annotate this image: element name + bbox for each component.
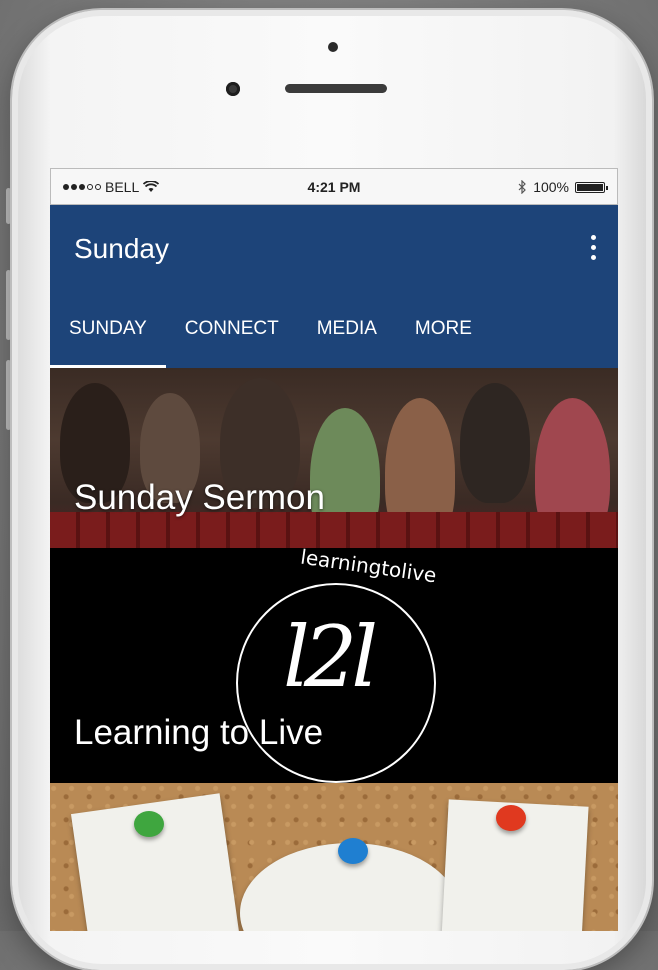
learning-to-live-card[interactable]: learningtolive l2l Learning to Live bbox=[50, 548, 618, 783]
status-bar: BELL 4:21 PM 100% bbox=[50, 168, 618, 205]
logo-arc-text: learningtolive bbox=[298, 548, 438, 588]
bluetooth-icon bbox=[518, 180, 527, 194]
battery-icon bbox=[575, 181, 608, 193]
tab-connect[interactable]: CONNECT bbox=[166, 315, 298, 368]
battery-percent: 100% bbox=[533, 179, 569, 195]
mute-switch bbox=[6, 188, 11, 224]
earpiece-speaker bbox=[285, 84, 387, 93]
app-bar: Sunday SUNDAY CONNECT MEDIA MORE bbox=[50, 205, 618, 368]
card-label: Sunday Sermon bbox=[74, 478, 325, 517]
crowd-figure bbox=[460, 383, 530, 503]
tab-sunday[interactable]: SUNDAY bbox=[50, 315, 166, 368]
tab-media[interactable]: MEDIA bbox=[298, 315, 396, 368]
logo-monogram: l2l bbox=[283, 608, 378, 706]
tab-more[interactable]: MORE bbox=[396, 315, 491, 368]
volume-down-button bbox=[6, 360, 11, 430]
green-pin-icon bbox=[134, 811, 164, 837]
tab-bar: SUNDAY CONNECT MEDIA MORE bbox=[50, 315, 618, 368]
volume-up-button bbox=[6, 270, 11, 340]
red-pin-icon bbox=[496, 805, 526, 831]
card-label: Learning to Live bbox=[74, 713, 324, 752]
blue-pin-icon bbox=[338, 838, 368, 864]
sunday-sermon-card[interactable]: Sunday Sermon bbox=[50, 368, 618, 548]
more-vert-icon[interactable] bbox=[588, 235, 598, 265]
front-camera bbox=[226, 82, 240, 96]
page-title: Sunday bbox=[74, 233, 169, 264]
status-right: 100% bbox=[518, 179, 608, 195]
bulletin-board-card[interactable] bbox=[50, 783, 618, 931]
screen: BELL 4:21 PM 100% Sunday SUNDAY CONNECT … bbox=[50, 168, 618, 931]
proximity-sensor bbox=[328, 42, 338, 52]
